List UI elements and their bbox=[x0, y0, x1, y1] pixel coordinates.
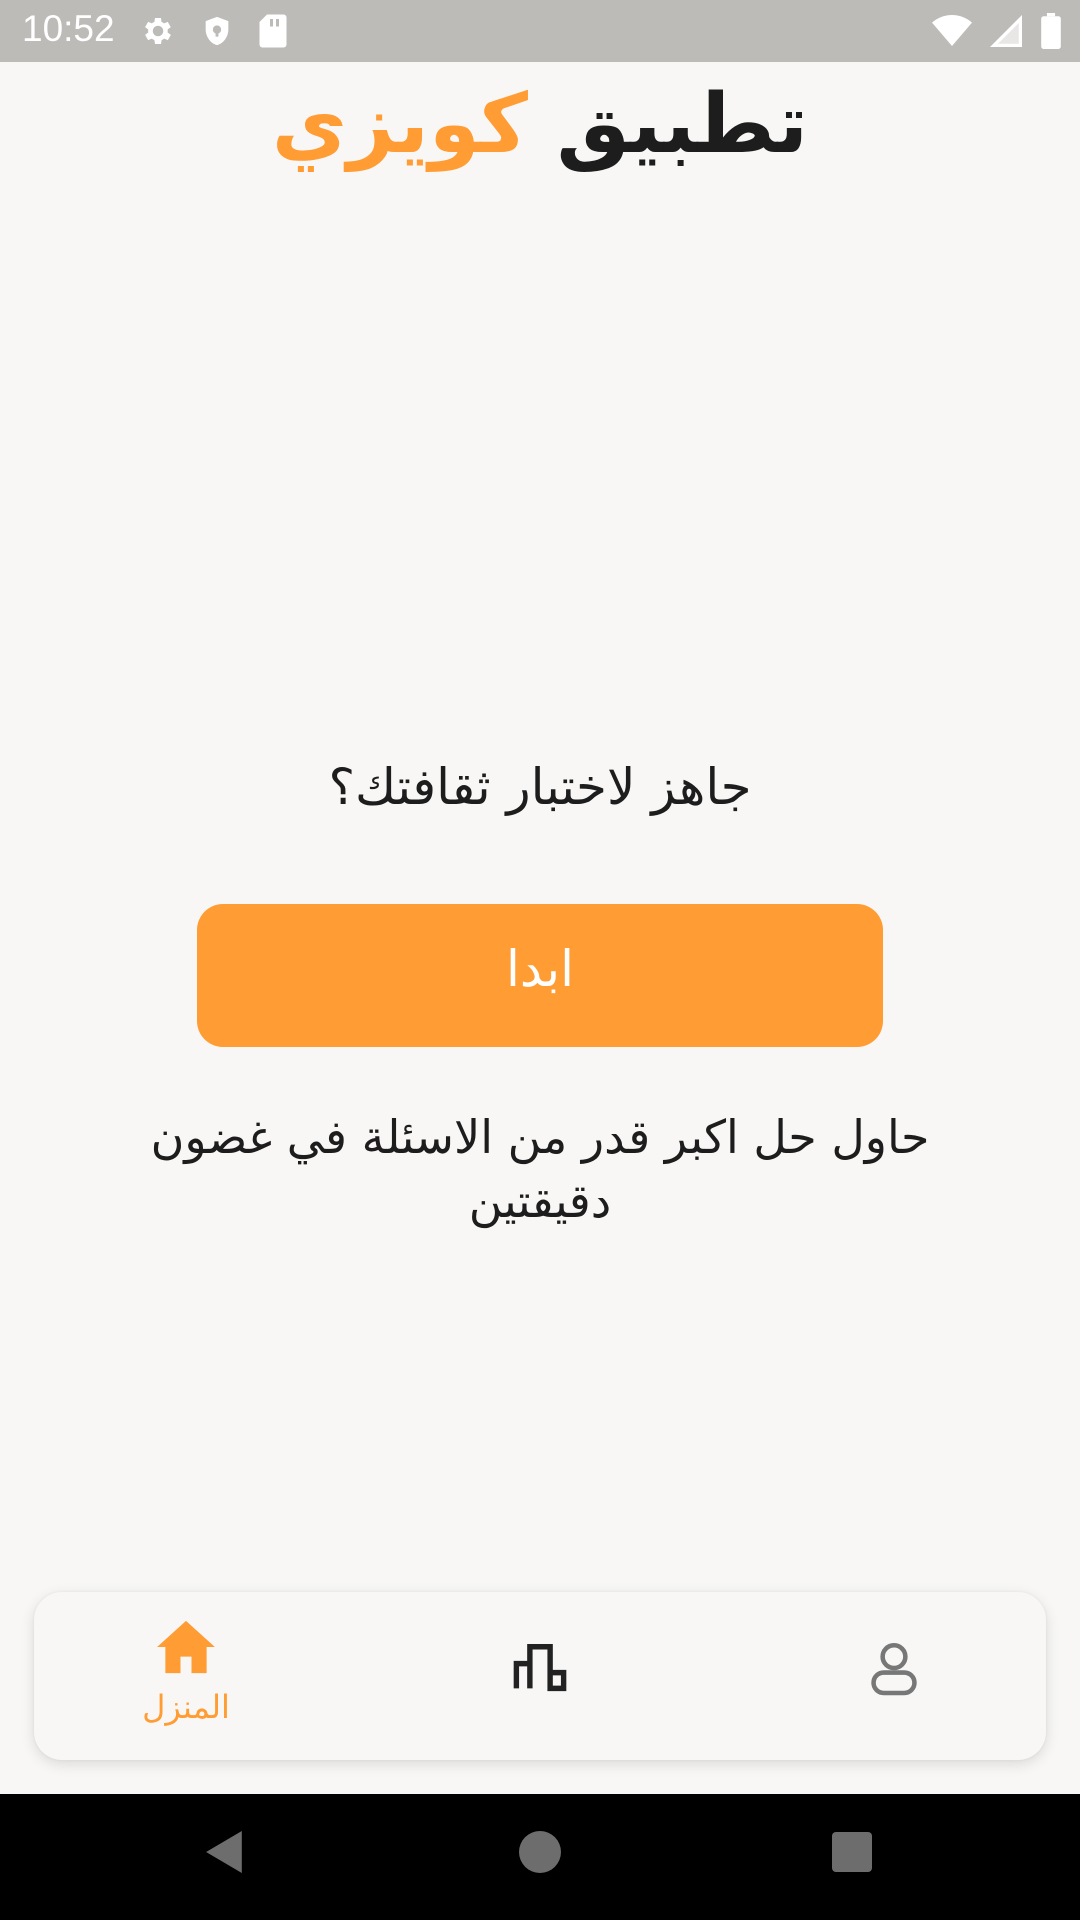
home-circle-icon[interactable] bbox=[519, 1831, 561, 1873]
title-word-app: تطبيق bbox=[556, 77, 809, 172]
app-title: تطبيق كويزي bbox=[0, 70, 1080, 180]
recents-icon[interactable] bbox=[832, 1832, 872, 1872]
profile-icon bbox=[869, 1640, 919, 1700]
leaderboard-icon bbox=[513, 1642, 567, 1696]
system-navigation-bar bbox=[0, 1794, 1080, 1920]
status-time: 10:52 bbox=[22, 8, 115, 49]
bottom-navigation: المنزل bbox=[34, 1592, 1046, 1760]
signal-icon bbox=[990, 14, 1022, 48]
status-bar: 10:52 bbox=[0, 0, 1080, 62]
home-icon bbox=[153, 1614, 219, 1684]
gear-icon bbox=[140, 13, 176, 49]
start-button[interactable]: ابدا bbox=[197, 904, 883, 1047]
sd-card-icon bbox=[258, 13, 288, 49]
status-icons-left bbox=[140, 13, 288, 49]
wifi-icon bbox=[932, 14, 972, 48]
start-button-label: ابدا bbox=[506, 939, 574, 998]
quiz-question: جاهز لاختبار ثقافتك؟ bbox=[328, 758, 752, 816]
nav-item-profile[interactable] bbox=[794, 1592, 994, 1760]
shield-icon bbox=[200, 13, 234, 49]
nav-item-home[interactable]: المنزل bbox=[86, 1592, 286, 1760]
back-icon[interactable] bbox=[204, 1828, 246, 1876]
battery-icon bbox=[1040, 13, 1062, 49]
nav-item-leaderboard[interactable] bbox=[440, 1592, 640, 1760]
title-word-brand: كويزي bbox=[271, 77, 528, 172]
quiz-hint: حاول حل اكبر قدر من الاسئلة في غضون دقيق… bbox=[150, 1110, 930, 1228]
nav-label-home: المنزل bbox=[142, 1688, 230, 1726]
status-icons-right bbox=[932, 13, 1062, 49]
